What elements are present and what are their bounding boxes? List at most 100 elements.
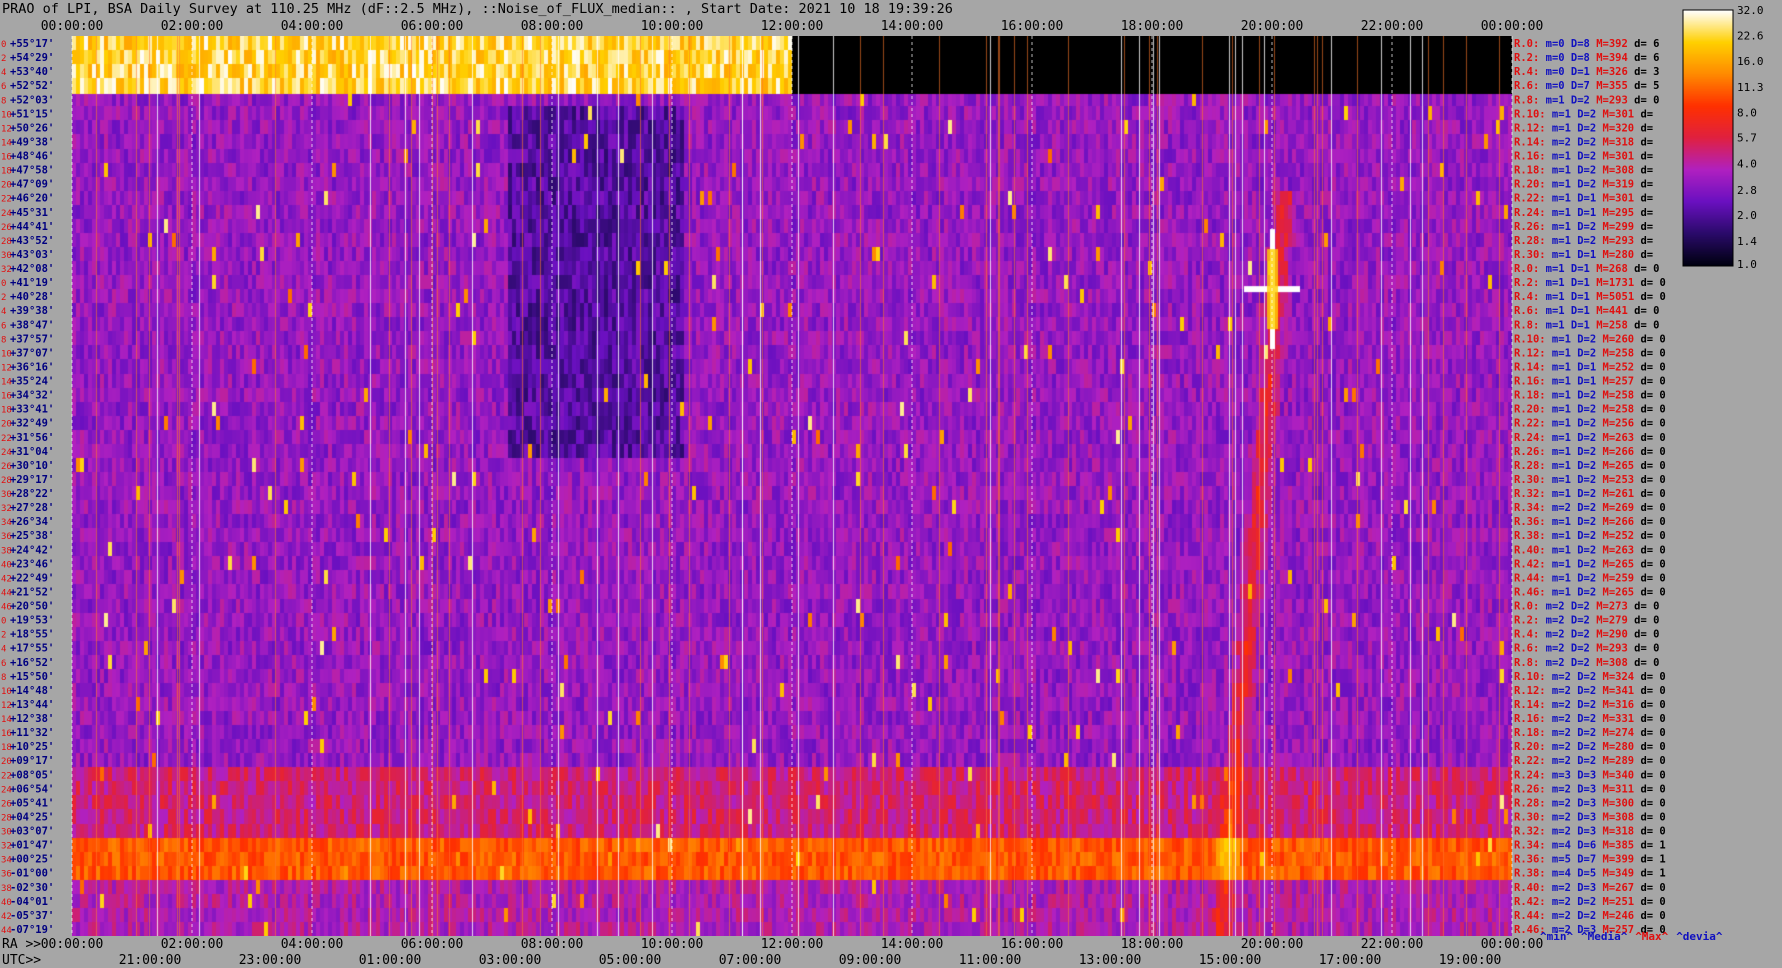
utc-tick-label: 17:00:00 xyxy=(1319,953,1382,968)
row-stat: R.20: m=2 D=2 M=280 d= 0 xyxy=(1514,741,1666,753)
colorbar-tick-label: 1.0 xyxy=(1737,258,1757,271)
row-stat: R.32: m=2 D=3 M=318 d= 0 xyxy=(1514,826,1666,838)
row-stat: R.22: m=1 D=2 M=256 d= 0 xyxy=(1514,418,1666,430)
row-index-label: 2 xyxy=(1,293,6,303)
row-stat: R.38: m=1 D=2 M=252 d= 0 xyxy=(1514,530,1666,542)
row-stat: R.32: m=1 D=2 M=261 d= 0 xyxy=(1514,488,1666,500)
row-index-label: 6 xyxy=(1,321,6,331)
utc-tick-label: 01:00:00 xyxy=(359,953,422,968)
row-stat: R.44: m=2 D=2 M=246 d= 0 xyxy=(1514,910,1666,922)
legend-footer-item: ^devia^ xyxy=(1676,930,1723,943)
row-stat: R.12: m=1 D=2 M=258 d= 0 xyxy=(1514,347,1666,359)
row-stat: R.0: m=0 D=8 M=392 d= 6 xyxy=(1514,38,1659,50)
row-stat: R.2: m=2 D=2 M=279 d= 0 xyxy=(1514,615,1659,627)
row-index-label: 8 xyxy=(1,96,6,106)
row-stat: R.12: m=1 D=2 M=320 d= xyxy=(1514,122,1653,134)
row-stat: R.14: m=2 D=2 M=316 d= 0 xyxy=(1514,699,1666,711)
declination-label: +27°28' xyxy=(10,502,54,514)
ra-tick-label: 22:00:00 xyxy=(1361,937,1424,952)
declination-label: +29°17' xyxy=(10,474,54,486)
declination-label: +42°08' xyxy=(10,263,54,275)
row-stat: R.18: m=1 D=2 M=308 d= xyxy=(1514,165,1653,177)
utc-axis-label: UTC>> xyxy=(2,953,41,968)
declination-label: +30°10' xyxy=(10,460,54,472)
row-stat: R.14: m=1 D=1 M=252 d= 0 xyxy=(1514,361,1666,373)
row-stat: R.34: m=2 D=2 M=269 d= 0 xyxy=(1514,502,1666,514)
declination-label: +23°46' xyxy=(10,558,54,570)
ra-tick-label: 10:00:00 xyxy=(641,937,704,952)
row-stat: R.0: m=1 D=1 M=268 d= 0 xyxy=(1514,263,1659,275)
row-stat: R.6: m=1 D=1 M=441 d= 0 xyxy=(1514,305,1659,317)
row-stat: R.10: m=1 D=2 M=260 d= 0 xyxy=(1514,333,1666,345)
row-stat: R.20: m=1 D=2 M=319 d= xyxy=(1514,179,1653,191)
colorbar-tick-label: 11.3 xyxy=(1737,81,1764,94)
top-tick-label: 22:00:00 xyxy=(1361,19,1424,34)
declination-label: +33°41' xyxy=(10,404,54,416)
declination-label: +31°04' xyxy=(10,446,54,458)
row-stat: R.6: m=2 D=2 M=293 d= 0 xyxy=(1514,643,1659,655)
row-index-label: 8 xyxy=(1,335,6,345)
row-stat: R.8: m=1 D=2 M=293 d= 0 xyxy=(1514,94,1659,106)
declination-label: +47°58' xyxy=(10,165,54,177)
row-stat: R.24: m=1 D=2 M=263 d= 0 xyxy=(1514,432,1666,444)
row-stat: R.36: m=5 D=7 M=399 d= 1 xyxy=(1514,854,1666,866)
declination-label: +52°03' xyxy=(10,94,54,106)
declination-label: +19°53' xyxy=(10,615,54,627)
declination-label: +49°38' xyxy=(10,136,54,148)
row-stat: R.2: m=0 D=8 M=394 d= 6 xyxy=(1514,52,1659,64)
declination-label: +03°07' xyxy=(10,826,54,838)
declination-label: +36°16' xyxy=(10,361,54,373)
utc-tick-label: 23:00:00 xyxy=(239,953,302,968)
declination-label: +16°52' xyxy=(10,657,54,669)
declination-label: +37°57' xyxy=(10,333,54,345)
declination-label: +28°22' xyxy=(10,488,54,500)
utc-tick-label: 03:00:00 xyxy=(479,953,542,968)
row-stat: R.24: m=3 D=3 M=340 d= 0 xyxy=(1514,769,1666,781)
declination-label: +06°54' xyxy=(10,783,54,795)
ra-tick-label: 00:00:00 xyxy=(41,937,104,952)
declination-label: +46°20' xyxy=(10,193,54,205)
declination-label: +39°38' xyxy=(10,305,54,317)
declination-label: +32°49' xyxy=(10,418,54,430)
row-stat: R.14: m=2 D=2 M=318 d= xyxy=(1514,136,1653,148)
top-tick-label: 08:00:00 xyxy=(521,19,584,34)
ra-tick-label: 14:00:00 xyxy=(881,937,944,952)
row-stat: R.40: m=2 D=3 M=267 d= 0 xyxy=(1514,882,1666,894)
row-index-label: 6 xyxy=(1,659,6,669)
row-stat: R.10: m=2 D=2 M=324 d= 0 xyxy=(1514,671,1666,683)
utc-tick-label: 15:00:00 xyxy=(1199,953,1262,968)
heatmap-chart: 00:00:00 02:00:00 04:00:00 06:00:00 08:00:00… xyxy=(1,4,1764,968)
colorbar-tick-label: 32.0 xyxy=(1737,4,1764,17)
declination-label: +12°38' xyxy=(10,713,54,725)
row-stat: R.4: m=2 D=2 M=290 d= 0 xyxy=(1514,629,1659,641)
row-index-label: 8 xyxy=(1,673,6,683)
row-stat: R.30: m=1 D=1 M=280 d= xyxy=(1514,249,1653,261)
declination-label: +05°41' xyxy=(10,797,54,809)
top-tick-label: 06:00:00 xyxy=(401,19,464,34)
declination-label: -04°01' xyxy=(10,896,54,908)
ra-tick-label: 04:00:00 xyxy=(281,937,344,952)
row-stat: R.18: m=2 D=2 M=274 d= 0 xyxy=(1514,727,1666,739)
row-index-label: 4 xyxy=(1,645,6,655)
legend-footer-item: ^Media^ xyxy=(1581,930,1628,943)
top-tick-label: 02:00:00 xyxy=(161,19,224,34)
utc-tick-label: 19:00:00 xyxy=(1439,953,1502,968)
row-index-label: 2 xyxy=(1,631,6,641)
row-stat: R.24: m=1 D=1 M=295 d= xyxy=(1514,207,1653,219)
row-stat: R.22: m=1 D=1 M=301 d= xyxy=(1514,193,1653,205)
utc-tick-label: 13:00:00 xyxy=(1079,953,1142,968)
row-stat: R.26: m=2 D=3 M=311 d= 0 xyxy=(1514,783,1666,795)
ra-tick-label: 16:00:00 xyxy=(1001,937,1064,952)
colorbar-tick-label: 8.0 xyxy=(1737,106,1757,119)
declination-label: +11°32' xyxy=(10,727,54,739)
row-stat: R.16: m=1 D=1 M=257 d= 0 xyxy=(1514,376,1666,388)
colorbar-tick-label: 16.0 xyxy=(1737,55,1764,68)
declination-label: -05°37' xyxy=(10,910,54,922)
row-stat: R.36: m=1 D=2 M=266 d= 0 xyxy=(1514,516,1666,528)
declination-label: +31°56' xyxy=(10,432,54,444)
declination-label: -07°19' xyxy=(10,924,54,936)
row-stat: R.28: m=1 D=2 M=265 d= 0 xyxy=(1514,460,1666,472)
ra-tick-label: 02:00:00 xyxy=(161,937,224,952)
declination-label: +40°28' xyxy=(10,291,54,303)
declination-label: +43°03' xyxy=(10,249,54,261)
